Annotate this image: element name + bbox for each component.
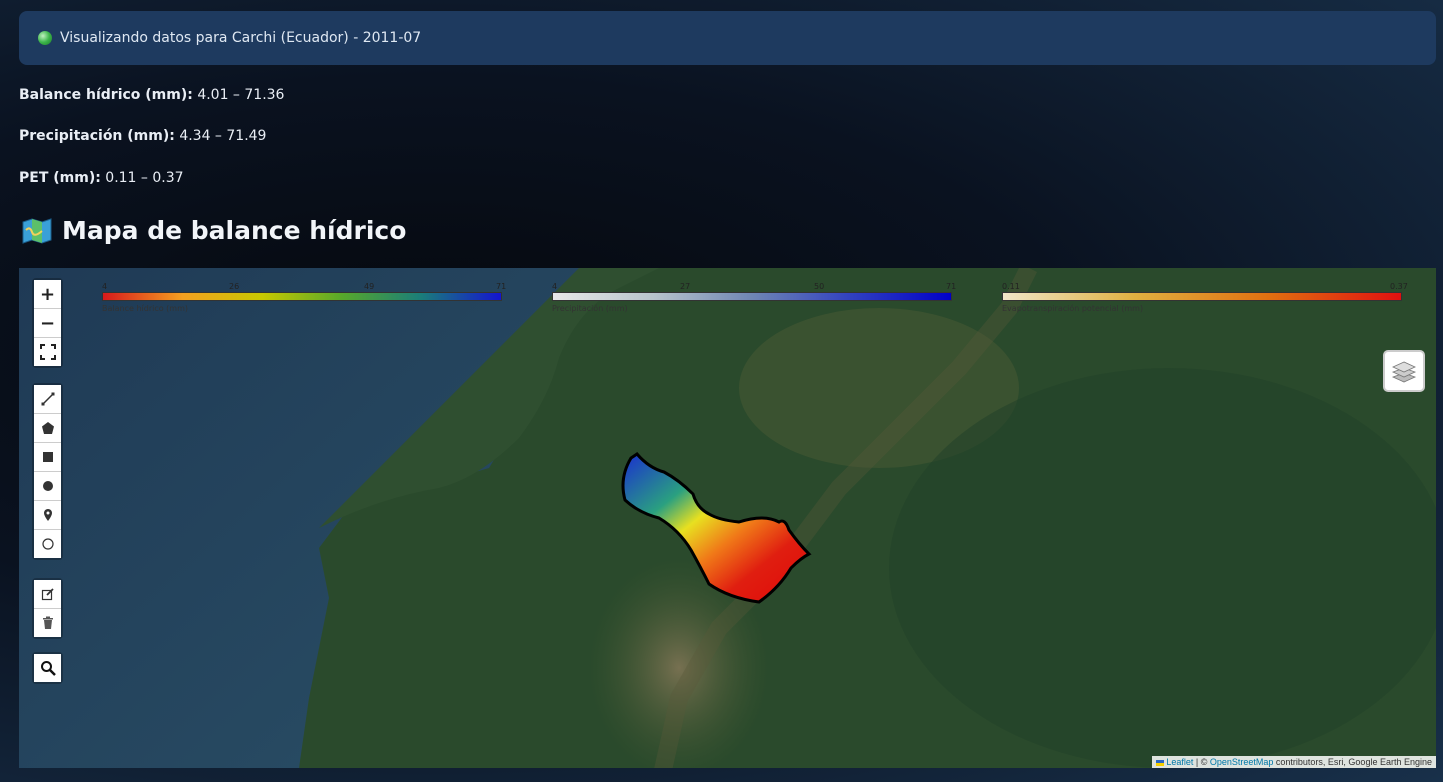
map-attribution: Leaflet | © OpenStreetMap contributors, … bbox=[1151, 756, 1436, 768]
polygon-icon bbox=[41, 422, 54, 434]
legend-balance: 4 26 49 71 Balance hídrico (mm) bbox=[102, 282, 506, 313]
stat-precipitation: Precipitación (mm): 4.34 – 71.49 bbox=[19, 128, 266, 144]
stat-precipitation-value: 4.34 – 71.49 bbox=[179, 128, 267, 144]
stat-balance: Balance hídrico (mm): 4.01 – 71.36 bbox=[19, 87, 284, 103]
draw-toolbar bbox=[32, 383, 63, 560]
rectangle-icon bbox=[42, 452, 53, 462]
map-view[interactable]: 4 26 49 71 Balance hídrico (mm) 4 27 50 … bbox=[19, 268, 1436, 768]
stat-precipitation-label: Precipitación (mm): bbox=[19, 128, 175, 144]
legend-tick: 71 bbox=[946, 282, 957, 291]
edit-layers-button[interactable] bbox=[34, 580, 61, 609]
legend-tick: 4 bbox=[102, 282, 108, 291]
fullscreen-icon bbox=[39, 344, 56, 360]
legend-balance-caption: Balance hídrico (mm) bbox=[102, 304, 188, 313]
edit-toolbar bbox=[32, 578, 63, 639]
legend-tick: 49 bbox=[364, 282, 375, 291]
banner-text: Visualizando datos para Carchi (Ecuador)… bbox=[60, 30, 422, 46]
zoom-control: + − bbox=[32, 278, 63, 368]
osm-link[interactable]: OpenStreetMap bbox=[1210, 757, 1274, 767]
legend-tick: 0.37 bbox=[1390, 282, 1408, 291]
legend-tick: 0.11 bbox=[1002, 282, 1020, 291]
delete-layers-button[interactable] bbox=[34, 609, 61, 637]
section-heading: Mapa de balance hídrico bbox=[22, 216, 406, 245]
polyline-icon bbox=[41, 392, 54, 406]
leaflet-link[interactable]: Leaflet bbox=[1166, 757, 1193, 767]
circle-icon bbox=[42, 481, 53, 491]
info-banner: Visualizando datos para Carchi (Ecuador)… bbox=[19, 11, 1436, 65]
legend-precipitation: 4 27 50 71 Precipitación (mm) bbox=[552, 282, 956, 313]
draw-marker-button[interactable] bbox=[34, 501, 61, 530]
status-dot-icon bbox=[38, 31, 52, 45]
legend-pet-bar bbox=[1002, 292, 1402, 301]
zoom-out-button[interactable]: − bbox=[34, 309, 61, 338]
legend-precipitation-caption: Precipitación (mm) bbox=[552, 304, 628, 313]
attribution-sep: | © bbox=[1193, 757, 1210, 767]
legend-tick: 71 bbox=[496, 282, 507, 291]
draw-circle-button[interactable] bbox=[34, 472, 61, 501]
stat-pet-value: 0.11 – 0.37 bbox=[105, 170, 184, 186]
trash-icon bbox=[42, 616, 53, 629]
legend-pet-caption: Evapotranspiración potencial (mm) bbox=[1002, 304, 1144, 313]
map-icon bbox=[22, 217, 52, 244]
satellite-basemap bbox=[19, 268, 1436, 768]
search-control bbox=[32, 652, 63, 684]
draw-rectangle-button[interactable] bbox=[34, 443, 61, 472]
stat-balance-value: 4.01 – 71.36 bbox=[197, 87, 285, 103]
draw-polygon-button[interactable] bbox=[34, 414, 61, 443]
legend-tick: 50 bbox=[814, 282, 825, 291]
edit-icon bbox=[41, 588, 54, 601]
stat-balance-label: Balance hídrico (mm): bbox=[19, 87, 193, 103]
legend-tick: 4 bbox=[552, 282, 558, 291]
marker-icon bbox=[43, 509, 52, 521]
legend-precipitation-bar bbox=[552, 292, 952, 301]
legend-pet: 0.11 0.37 Evapotranspiración potencial (… bbox=[1002, 282, 1408, 313]
legend-tick: 26 bbox=[229, 282, 240, 291]
search-button[interactable] bbox=[34, 654, 61, 682]
draw-polyline-button[interactable] bbox=[34, 385, 61, 414]
layers-button[interactable] bbox=[1383, 350, 1425, 392]
zoom-in-button[interactable]: + bbox=[34, 280, 61, 309]
ukraine-flag-icon bbox=[1155, 759, 1164, 766]
layers-icon bbox=[1391, 361, 1417, 383]
legend-tick: 27 bbox=[680, 282, 691, 291]
stat-pet: PET (mm): 0.11 – 0.37 bbox=[19, 170, 184, 186]
fullscreen-button[interactable] bbox=[34, 338, 61, 366]
attribution-rest: contributors, Esri, Google Earth Engine bbox=[1273, 757, 1432, 767]
circle-marker-icon bbox=[41, 538, 54, 550]
draw-circlemarker-button[interactable] bbox=[34, 530, 61, 558]
legend-balance-bar bbox=[102, 292, 502, 301]
search-icon bbox=[40, 661, 56, 676]
stat-pet-label: PET (mm): bbox=[19, 170, 101, 186]
section-heading-text: Mapa de balance hídrico bbox=[62, 216, 407, 245]
